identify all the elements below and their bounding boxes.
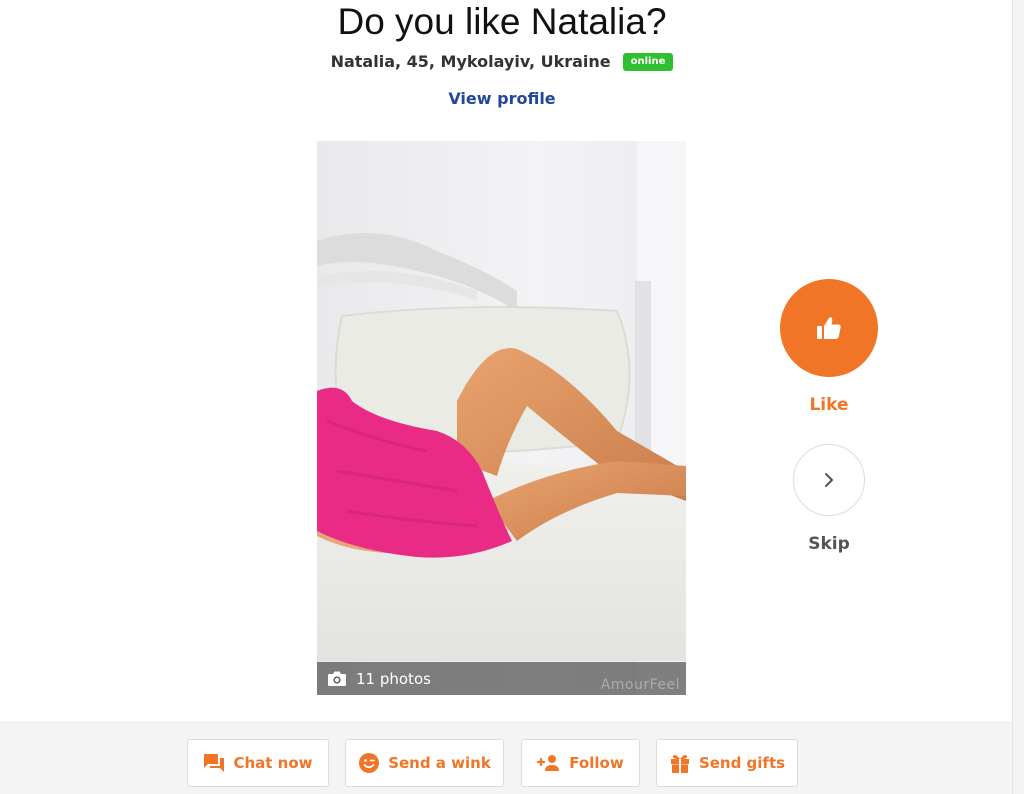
skip-button[interactable] [793, 444, 865, 516]
view-profile-link[interactable]: View profile [0, 89, 1004, 108]
profile-photo[interactable]: 11 photos AmourFeel [317, 141, 686, 695]
send-wink-button[interactable]: Send a wink [345, 739, 504, 787]
photo-watermark: AmourFeel [600, 677, 680, 693]
like-label[interactable]: Like [779, 395, 879, 415]
chat-icon [204, 754, 225, 772]
page: Do you like Natalia? Natalia, 45, Mykola… [0, 0, 1024, 794]
send-gifts-label: Send gifts [698, 754, 786, 772]
wink-smiley-icon [359, 753, 380, 773]
send-gifts-button[interactable]: Send gifts [656, 739, 798, 787]
page-title: Do you like Natalia? [337, 1, 667, 42]
thumbs-up-icon [817, 317, 841, 339]
skip-label[interactable]: Skip [779, 534, 879, 554]
profile-info: Natalia, 45, Mykolayiv, Ukraine [330, 52, 611, 71]
profile-summary: Natalia, 45, Mykolayiv, Ukraine online [0, 52, 1004, 71]
chat-now-button[interactable]: Chat now [187, 739, 329, 787]
photo-image [317, 141, 686, 695]
chevron-right-icon [825, 473, 833, 487]
camera-icon [328, 671, 346, 686]
chat-now-label: Chat now [233, 754, 313, 772]
action-bar [0, 722, 1012, 794]
follow-button[interactable]: Follow [521, 739, 640, 787]
like-button[interactable] [780, 279, 878, 377]
follow-label: Follow [569, 754, 624, 772]
status-badge: online [622, 52, 674, 71]
add-person-icon [537, 755, 560, 771]
gift-icon [670, 755, 689, 773]
send-wink-label: Send a wink [388, 754, 491, 772]
scrollbar[interactable] [1012, 0, 1024, 794]
photo-count: 11 photos [356, 669, 431, 688]
